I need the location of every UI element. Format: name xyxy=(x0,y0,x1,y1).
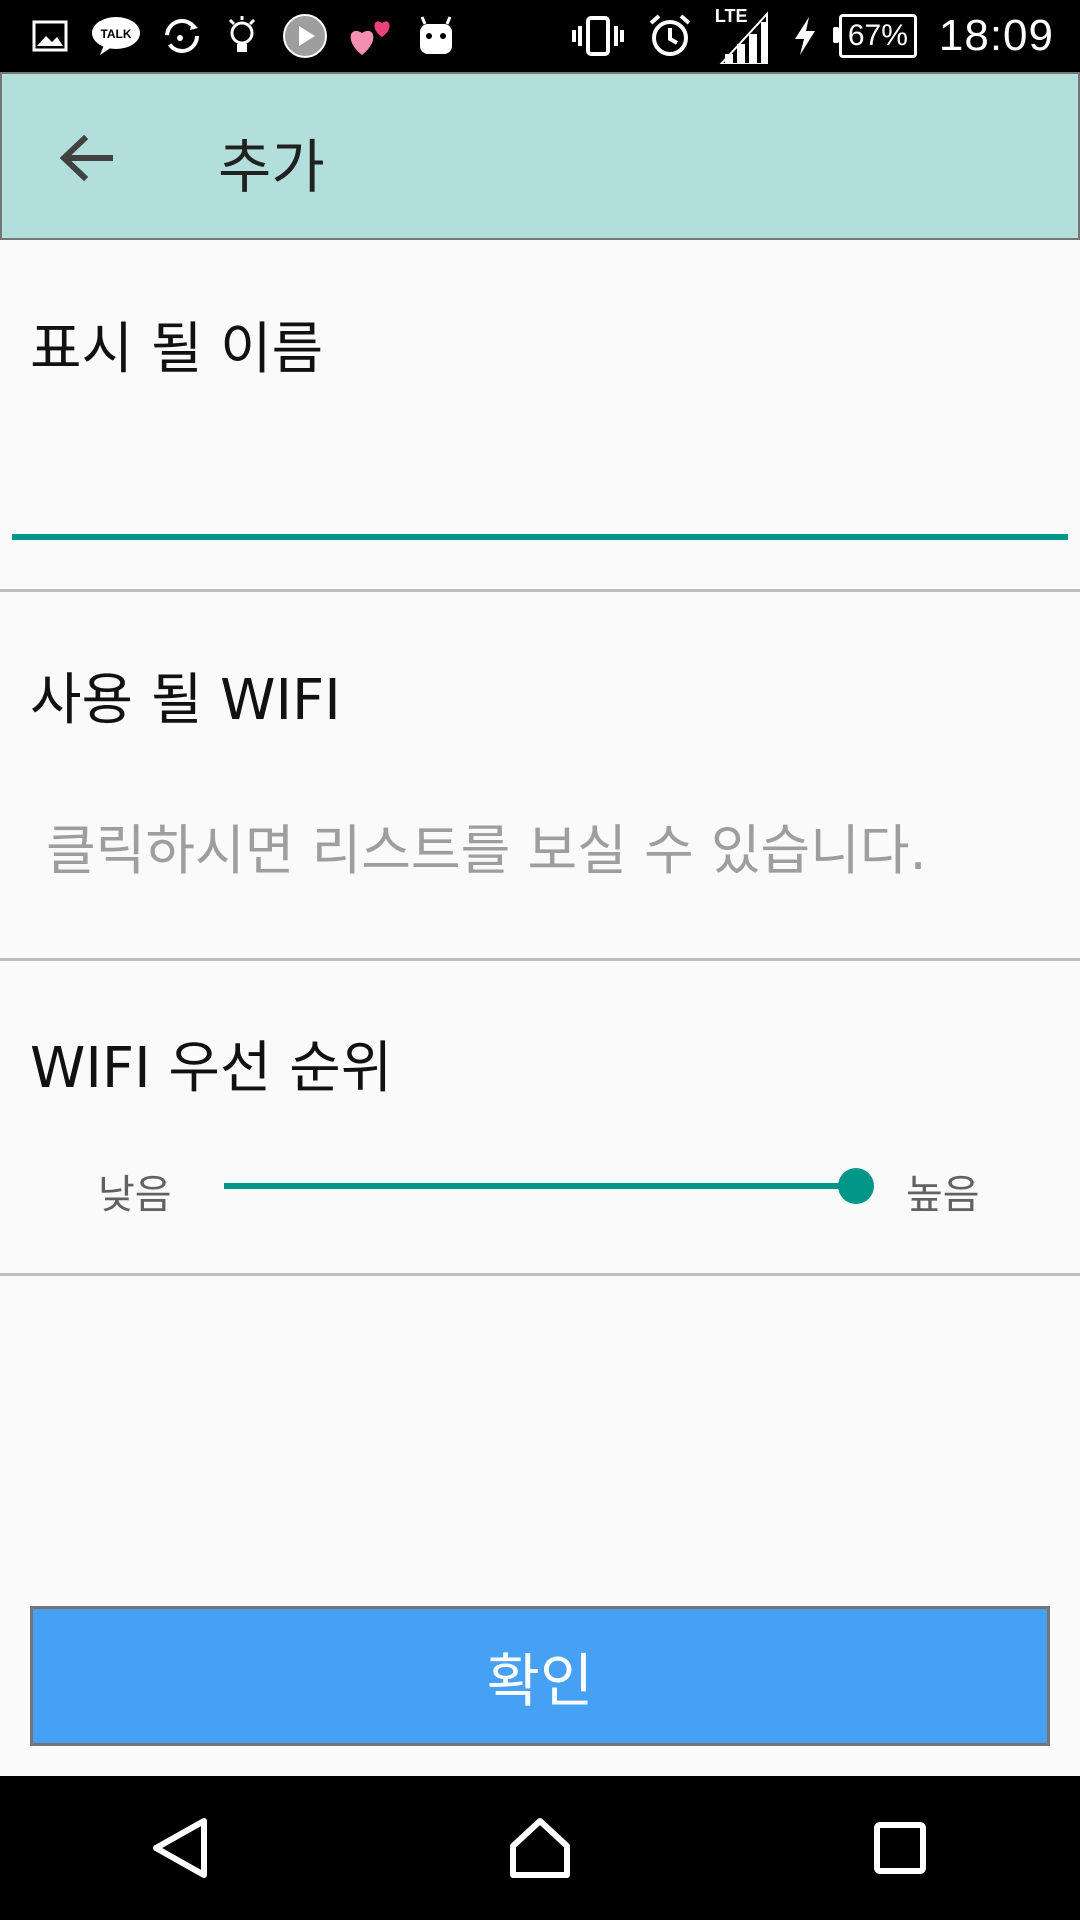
nav-home-icon xyxy=(510,1818,570,1878)
section-divider xyxy=(0,589,1080,592)
wifi-priority-label: WIFI 우선 순위 xyxy=(30,1036,393,1101)
priority-slider-fill xyxy=(224,1183,856,1189)
alarm-icon xyxy=(647,14,693,56)
display-name-label: 표시 될 이름 xyxy=(30,317,324,382)
lightbulb-icon xyxy=(222,16,262,56)
battery-indicator: 67% xyxy=(832,14,917,58)
play-icon xyxy=(282,14,328,58)
nav-recents-icon xyxy=(874,1822,926,1874)
clock: 18:09 xyxy=(938,11,1054,60)
priority-high-label: 높음 xyxy=(906,1172,980,1218)
sync-icon xyxy=(162,16,202,56)
navigation-bar xyxy=(0,1776,1080,1920)
nav-back-button[interactable] xyxy=(120,1788,240,1908)
confirm-button[interactable]: 확인 xyxy=(30,1606,1050,1746)
arrow-back-icon xyxy=(59,134,113,182)
notification-icons: TALK xyxy=(0,14,456,58)
lte-signal-icon: LTE xyxy=(714,6,771,64)
svg-text:TALK: TALK xyxy=(100,27,131,41)
section-divider xyxy=(0,1273,1080,1276)
gallery-icon xyxy=(30,16,70,56)
system-indicators: LTE 67% 18:09 xyxy=(571,6,1080,64)
android-icon xyxy=(416,16,456,56)
wifi-list-picker[interactable]: 클릭하시면 리스트를 보실 수 있습니다. xyxy=(46,806,927,885)
charging-icon xyxy=(793,16,817,56)
back-button[interactable] xyxy=(50,122,122,194)
vibrate-icon xyxy=(571,16,625,56)
priority-low-label: 낮음 xyxy=(98,1172,172,1218)
kakaotalk-icon: TALK xyxy=(90,16,142,56)
priority-slider-track[interactable] xyxy=(224,1183,856,1189)
network-type-label: LTE xyxy=(714,6,748,26)
nav-back-icon xyxy=(153,1818,207,1878)
page-title: 추가 xyxy=(218,133,325,201)
hearts-icon xyxy=(348,16,396,56)
priority-slider-thumb[interactable] xyxy=(838,1168,874,1204)
display-name-input[interactable] xyxy=(12,380,1068,540)
status-bar: TALK LTE 67% 18:09 xyxy=(0,0,1080,72)
section-divider xyxy=(0,958,1080,961)
nav-home-button[interactable] xyxy=(480,1788,600,1908)
nav-recents-button[interactable] xyxy=(840,1788,960,1908)
app-bar: 추가 xyxy=(0,72,1080,240)
wifi-label: 사용 될 WIFI xyxy=(30,668,341,733)
